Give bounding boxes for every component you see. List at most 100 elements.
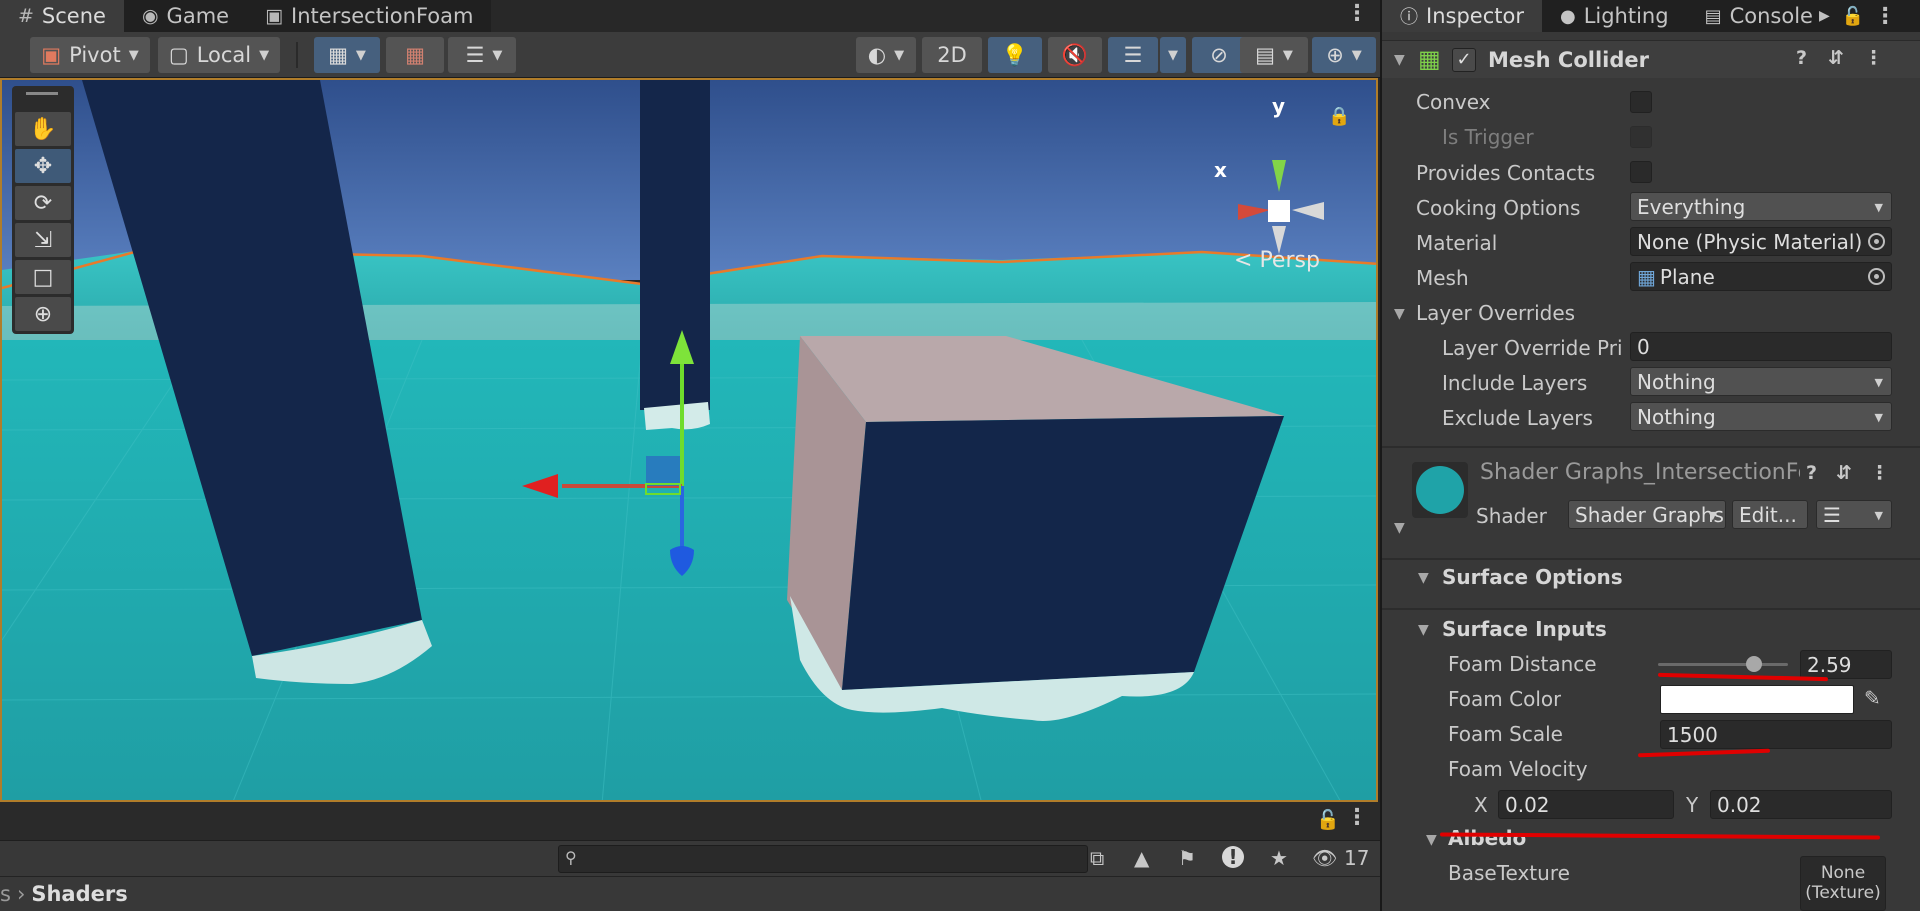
foam-distance-slider-track[interactable] [1658,656,1788,672]
help-icon[interactable]: ? [1806,462,1817,484]
lock-icon[interactable]: 🔓 [1842,6,1864,27]
mesh-field[interactable]: ▦ Plane [1630,262,1892,291]
collapse-triangle-icon[interactable]: ▼ [1394,52,1405,68]
scene-viewport[interactable]: ✋ ✥ ⟳ ⇲ □ ⊕ y x 🔒 < Persp [0,78,1378,802]
material-field[interactable]: None (Physic Material) [1630,227,1892,256]
enabled-checkbox[interactable]: ✓ [1452,48,1476,72]
2d-toggle[interactable]: 2D [922,37,982,73]
foam-distance-field[interactable]: 2.59 [1800,650,1892,679]
convex-checkbox[interactable] [1630,91,1652,113]
tab-console-label: Console [1729,4,1813,28]
audio-toggle[interactable]: 🔇 [1048,37,1102,73]
scene-visibility-toggle[interactable]: ⊘ [1192,37,1246,73]
local-dropdown[interactable]: ▢ Local ▼ [158,37,280,73]
cooking-options-dropdown[interactable]: Everything ▼ [1630,192,1892,221]
projection-toggle[interactable]: < Persp [1234,248,1320,273]
surface-inputs-title[interactable]: Surface Inputs [1442,617,1607,641]
velocity-y-field[interactable]: 0.02 [1710,790,1892,819]
component-more-icon[interactable]: ⋮ [1864,47,1883,69]
eyedropper-icon[interactable]: ✎ [1864,686,1881,710]
gizmo-y-label: y [1272,94,1286,118]
search-icon: ⚲ [565,848,577,867]
tab-overflow-icon[interactable]: ▶ [1819,8,1830,24]
object-picker-icon[interactable] [1868,268,1885,285]
increment-snap-button[interactable]: ☰ ▼ [452,37,516,73]
breadcrumb-current[interactable]: Shaders [31,882,127,906]
albedo-triangle-icon[interactable]: ▼ [1426,832,1437,848]
effects-dropdown[interactable]: ▼ [1160,37,1186,73]
project-more-icon[interactable]: ⋮ [1346,806,1368,830]
albedo-title[interactable]: Albedo [1448,826,1526,850]
lighting-toggle[interactable]: 💡 [988,37,1042,73]
tab-game[interactable]: ◉ Game [124,0,247,32]
presets-icon[interactable]: ⇵ [1828,47,1844,69]
foam-color-swatch[interactable] [1660,685,1854,714]
filter-type-icon[interactable]: ▲ [1134,846,1149,870]
grid-visibility-button[interactable]: ▦ [386,37,444,73]
presets-icon[interactable]: ⇵ [1836,462,1852,484]
warning-icon[interactable]: ! [1222,846,1244,868]
foam-distance-slider-thumb[interactable] [1746,656,1763,672]
gizmos-dropdown[interactable]: ⊕ ▼ [1312,37,1376,73]
star-icon[interactable]: ★ [1270,846,1288,870]
breadcrumb-parent[interactable]: s [0,882,11,906]
grid-snap-icon: ▦ [328,43,348,67]
material-preview [1412,462,1468,518]
hand-tool-button[interactable]: ✋ [15,112,71,146]
lock-icon[interactable]: 🔓 [1316,808,1340,831]
is-trigger-checkbox[interactable] [1630,126,1652,148]
chevron-down-icon: ▼ [128,47,139,63]
material-collapse-icon[interactable]: ▼ [1394,520,1405,536]
tab-intersection-foam[interactable]: ▣ IntersectionFoam [247,0,491,32]
layer-override-priority-field[interactable]: 0 [1630,332,1892,361]
object-picker-icon[interactable] [1868,233,1885,250]
velocity-x-field[interactable]: 0.02 [1498,790,1674,819]
surface-options-triangle-icon[interactable]: ▼ [1418,570,1429,586]
edit-shader-button[interactable]: Edit... [1732,500,1808,529]
pivot-label: Pivot [69,43,121,67]
camera-icon: ▤ [1255,43,1275,67]
shader-dropdown[interactable]: Shader Graphs ▼ [1568,500,1726,529]
layer-overrides-label[interactable]: Layer Overrides [1416,301,1575,325]
material-more-icon[interactable]: ⋮ [1870,462,1889,484]
rotate-tool-button[interactable]: ⟳ [15,186,71,220]
scene-more-icon[interactable]: ⋮ [1346,2,1368,26]
provides-contacts-checkbox[interactable] [1630,161,1652,183]
eye-icon[interactable]: 👁 [1312,846,1337,870]
project-search-row: ⚲ ⧉ ▲ ⚑ ! ★ 👁 17 [0,840,1380,876]
grid-snapping-button[interactable]: ▦ ▼ [314,37,380,73]
pivot-dropdown[interactable]: ▣ Pivot ▼ [30,37,150,73]
draw-mode-dropdown[interactable]: ◐ ▼ [856,37,916,73]
rect-tool-button[interactable]: □ [15,260,71,294]
open-window-icon[interactable]: ⧉ [1090,846,1104,870]
shader-label: Shader [1476,504,1547,528]
exclude-layers-dropdown[interactable]: Nothing ▼ [1630,402,1892,431]
tab-lighting[interactable]: ● Lighting [1542,0,1687,32]
surface-inputs-triangle-icon[interactable]: ▼ [1418,622,1429,638]
layer-overrides-triangle-icon[interactable]: ▼ [1394,306,1405,322]
include-layers-dropdown[interactable]: Nothing ▼ [1630,367,1892,396]
project-search-input[interactable]: ⚲ [558,845,1088,873]
tab-game-label: Game [166,4,230,28]
tab-scene[interactable]: # Scene [0,0,124,32]
tab-inspector[interactable]: ⓘ Inspector [1382,0,1542,32]
transform-tool-button[interactable]: ⊕ [15,297,71,331]
help-icon[interactable]: ? [1796,47,1807,69]
camera-dropdown[interactable]: ▤ ▼ [1240,37,1308,73]
tag-icon[interactable]: ⚑ [1178,846,1196,870]
foam-velocity-label: Foam Velocity [1448,757,1588,781]
inspector-more-icon[interactable]: ⋮ [1874,4,1896,29]
scale-tool-button[interactable]: ⇲ [15,223,71,257]
foam-scale-field[interactable]: 1500 [1660,720,1892,749]
base-texture-slot[interactable]: None (Texture) [1800,856,1886,911]
tab-console[interactable]: ▤ Console [1687,0,1817,32]
lock-icon[interactable]: 🔒 [1328,106,1350,127]
chevron-left-icon: < [1234,248,1253,273]
move-tool-button[interactable]: ✥ [15,149,71,183]
surface-options-title[interactable]: Surface Options [1442,565,1623,589]
material-options-dropdown[interactable]: ☰ ▼ [1816,500,1892,529]
mesh-collider-header[interactable]: ▼ ▦ ✓ Mesh Collider ? ⇵ ⋮ [1382,40,1920,78]
gizmo-x-label: x [1214,158,1227,182]
effects-toggle[interactable]: ☰ [1108,37,1158,73]
info-icon: ⓘ [1400,7,1418,28]
